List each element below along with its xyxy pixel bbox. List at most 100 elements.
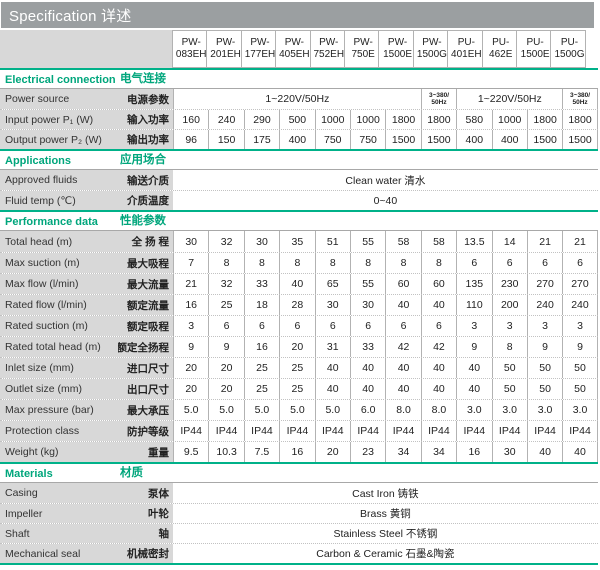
row-label-zh: 轴: [118, 524, 173, 543]
row-label-zh: 额定流量: [118, 295, 173, 315]
table-row: Max flow (l/min)最大流量21323340655560601352…: [0, 273, 598, 294]
cell-value: 51: [315, 231, 350, 252]
column-code: 752EH: [313, 49, 344, 62]
table-row: Rated suction (m)额定吸程366666663333: [0, 315, 598, 336]
table-row: Fluid temp (℃)介质温度0~40: [0, 190, 598, 210]
row-label-zh: 全 扬 程: [118, 231, 173, 252]
cell-value: 6: [562, 253, 597, 273]
row-label-zh: 叶轮: [118, 504, 173, 523]
cell-value: IP44: [456, 421, 491, 441]
column-code: 1500E: [383, 49, 412, 62]
cell-value: 8: [208, 253, 243, 273]
cell-value: 58: [385, 231, 420, 252]
cell-value: 30: [492, 442, 527, 462]
cell-value: 9: [527, 337, 562, 357]
row-label-zh: 额定吸程: [118, 316, 173, 336]
cell-value: 20: [208, 379, 243, 399]
cell-value: 35: [279, 231, 314, 252]
cell-value: 8.0: [385, 400, 420, 420]
table-row: Input power P₁ (W)输入功率160240290500100010…: [0, 109, 598, 129]
section-header-3: Materials材质: [0, 464, 598, 483]
column-code: 401EH: [451, 49, 482, 62]
cell-value: 6: [421, 316, 456, 336]
cell-value: 40: [562, 442, 597, 462]
cell-value: 65: [315, 274, 350, 294]
cell-value: 40: [385, 358, 420, 378]
column-prefix: PW-: [216, 37, 235, 50]
cell-value: 6: [350, 316, 385, 336]
cell-value: 40: [421, 295, 456, 315]
table-row: Weight (kg)重量9.510.37.516202334341630404…: [0, 441, 598, 462]
cell-value: 6: [492, 253, 527, 273]
section-title-en: Performance data: [0, 216, 118, 228]
column-code: 201EH: [210, 49, 241, 62]
cell-value: 9: [562, 337, 597, 357]
cell-value: IP44: [385, 421, 420, 441]
title-bar: Specification 详述: [1, 2, 594, 28]
section-title-en: Materials: [0, 468, 118, 480]
cell-value: 1~220V/50Hz: [456, 89, 562, 109]
cell-value: 580: [456, 110, 491, 129]
cell-value: 0~40: [173, 191, 598, 210]
cell-value: Cast Iron 铸铁: [173, 483, 598, 503]
column-prefix: PW-: [182, 37, 201, 50]
table-row: Total head (m)全 扬 程303230355155585813.51…: [0, 231, 598, 252]
cell-value: 1000: [492, 110, 527, 129]
cell-value: 1800: [385, 110, 420, 129]
cell-value: 3: [456, 316, 491, 336]
cell-value: 3~380/50Hz: [421, 89, 456, 109]
cell-value: 42: [421, 337, 456, 357]
cell-value: 1500: [421, 130, 456, 149]
cell-value: Brass 黄铜: [173, 504, 598, 523]
row-label-en: Approved fluids: [0, 170, 118, 190]
cell-value: 50: [492, 379, 527, 399]
row-label-zh: 泵体: [118, 483, 173, 503]
cell-value: 32: [208, 231, 243, 252]
cell-value: 30: [350, 295, 385, 315]
cell-value: 3: [492, 316, 527, 336]
cell-value: 1800: [562, 110, 597, 129]
cell-value: Clean water 清水: [173, 170, 598, 190]
section-header-1: Applications应用场合: [0, 151, 598, 170]
section-title-zh: 性能参数: [118, 212, 166, 228]
cell-value: 40: [350, 358, 385, 378]
cell-value: 5.0: [279, 400, 314, 420]
section-title-zh: 应用场合: [118, 151, 166, 167]
column-header: PW-750E: [344, 30, 379, 68]
cell-value: 8: [350, 253, 385, 273]
cell-value-line: 50Hz: [431, 99, 446, 106]
cell-value: 60: [385, 274, 420, 294]
cell-value: 8: [279, 253, 314, 273]
cell-value: 1000: [315, 110, 350, 129]
column-prefix: PU-: [561, 37, 578, 50]
cell-value: 42: [385, 337, 420, 357]
column-code: 1500E: [521, 49, 550, 62]
row-label-en: Shaft: [0, 524, 118, 543]
cell-value: 150: [208, 130, 243, 149]
cell-value: 21: [173, 274, 208, 294]
cell-value: 8: [385, 253, 420, 273]
row-label-en: Mechanical seal: [0, 544, 118, 563]
cell-value: 25: [279, 358, 314, 378]
cell-value: 16: [244, 337, 279, 357]
column-code: 462E: [489, 49, 512, 62]
cell-value: 1000: [350, 110, 385, 129]
row-label-zh: 电源参数: [118, 89, 173, 109]
table-row: Rated flow (l/min)额定流量162518283030404011…: [0, 294, 598, 315]
cell-value: 6: [244, 316, 279, 336]
row-label-en: Fluid temp (℃): [0, 191, 118, 210]
cell-value: 20: [208, 358, 243, 378]
cell-value: IP44: [350, 421, 385, 441]
column-header: PW-201EH: [206, 30, 241, 68]
cell-value: 270: [527, 274, 562, 294]
table-row: Outlet size (mm)出口尺寸20202525404040404050…: [0, 378, 598, 399]
column-header: PW-752EH: [310, 30, 345, 68]
cell-value: 3.0: [456, 400, 491, 420]
cell-value: 400: [279, 130, 314, 149]
section-title-en: Electrical connection: [0, 74, 118, 86]
row-label-en: Inlet size (mm): [0, 358, 118, 378]
cell-value: IP44: [562, 421, 597, 441]
table-row: Impeller叶轮Brass 黄铜: [0, 503, 598, 523]
cell-value: 40: [421, 379, 456, 399]
cell-value: 1800: [421, 110, 456, 129]
